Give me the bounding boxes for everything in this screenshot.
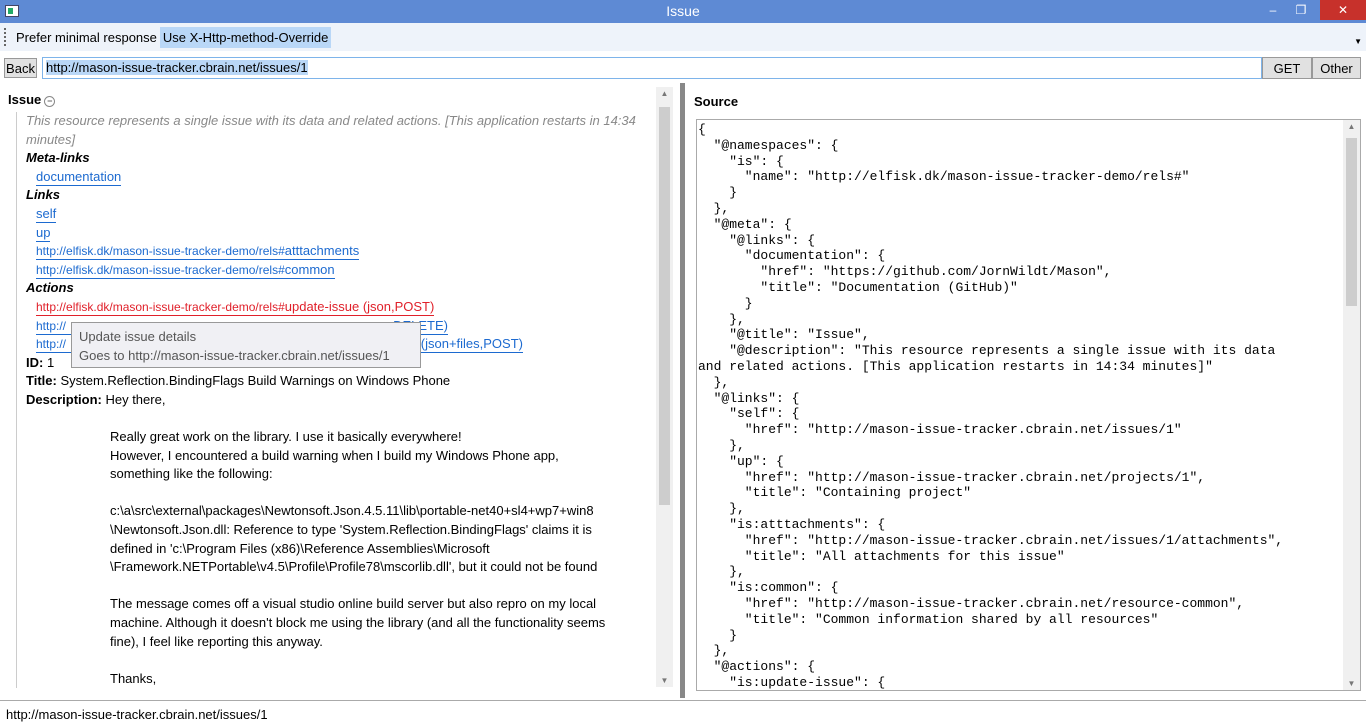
description-label: Description: [26,391,102,407]
source-pane: Source { "@namespaces": { "is": { "name"… [686,87,1366,692]
resource-description: This resource represents a single issue … [26,113,636,147]
link-prefix: http://elfisk.dk/mason-issue-tracker-dem… [36,299,285,314]
id-value: 1 [46,354,55,370]
resource-pane: Issue − This resource represents a single… [0,87,678,692]
title-label: Title: [26,373,57,389]
link-common[interactable]: http://elfisk.dk/mason-issue-tracker-dem… [36,262,335,279]
collapse-icon[interactable]: − [44,96,56,107]
links-heading: Links [26,187,60,203]
resource-title: Issue [8,92,42,107]
source-code: { "@namespaces": { "is": { "name": "http… [698,122,1284,690]
link-prefix: http://elfisk.dk/mason-issue-tracker-dem… [36,262,285,277]
scroll-thumb[interactable] [659,107,670,505]
link-prefix: http://elfisk.dk/mason-issue-tracker-dem… [36,244,285,259]
get-button[interactable]: GET [1262,57,1312,79]
url-input[interactable]: http://mason-issue-tracker.cbrain.net/is… [42,57,1262,79]
url-text: http://mason-issue-tracker.cbrain.net/is… [46,60,308,75]
meta-links-heading: Meta-links [26,150,90,166]
link-up[interactable]: up [36,225,51,242]
actions-heading: Actions [26,280,74,296]
scroll-up-icon[interactable]: ▲ [656,89,673,98]
link-name: …(json+files,POST) [407,336,523,352]
link-name: update-issue (json,POST) [284,298,435,314]
toolbar: Prefer minimal response Use X-Http-metho… [0,23,1366,51]
title-value: System.Reflection.BindingFlags Build War… [60,373,451,389]
toolbar-overflow-icon[interactable]: ▼ [1354,37,1362,46]
resource-tree: This resource represents a single issue … [16,112,654,689]
action-tooltip: Update issue details Goes to http://maso… [71,322,421,368]
scroll-down-icon[interactable]: ▼ [1343,679,1360,688]
status-bar: http://mason-issue-tracker.cbrain.net/is… [0,700,1366,728]
title-bar: Issue ‒ ❐ ✕ [0,0,1366,23]
source-view[interactable]: { "@namespaces": { "is": { "name": "http… [696,119,1361,691]
link-name: common [284,261,335,277]
address-bar: Back http://mason-issue-tracker.cbrain.n… [0,57,1366,79]
source-scrollbar[interactable]: ▲ ▼ [1343,120,1360,690]
resource-heading: Issue − [8,92,56,107]
pane-splitter[interactable] [680,83,685,698]
minimize-button[interactable]: ‒ [1260,0,1286,20]
scroll-up-icon[interactable]: ▲ [1343,122,1360,131]
tooltip-title: Update issue details [79,329,197,344]
source-heading: Source [694,94,739,109]
link-prefix: http:// [36,337,67,352]
method-override-toggle[interactable]: Use X-Http-method-Override [159,26,332,48]
link-prefix: http:// [36,318,67,333]
app-icon [5,5,19,17]
description-first: Hey there, [105,391,166,407]
tooltip-target: Goes to http://mason-issue-tracker.cbrai… [79,348,390,363]
restore-button[interactable]: ❐ [1288,0,1314,20]
action-update-issue[interactable]: http://elfisk.dk/mason-issue-tracker-dem… [36,298,435,316]
close-button[interactable]: ✕ [1320,0,1366,20]
back-button[interactable]: Back [4,58,37,78]
window-title: Issue [666,3,700,19]
link-self[interactable]: self [36,206,57,223]
scroll-thumb[interactable] [1346,138,1357,306]
link-name: atttachments [284,243,360,259]
toolbar-grip[interactable] [4,28,7,46]
link-attachments[interactable]: http://elfisk.dk/mason-issue-tracker-dem… [36,243,360,261]
other-button[interactable]: Other [1312,57,1361,79]
prefer-minimal-toggle[interactable]: Prefer minimal response [13,27,160,48]
scroll-down-icon[interactable]: ▼ [656,676,673,685]
left-scrollbar[interactable]: ▲ ▼ [656,87,673,687]
description-body: Really great work on the library. I use … [110,429,606,686]
id-label: ID: [26,354,44,370]
link-documentation[interactable]: documentation [36,169,122,186]
